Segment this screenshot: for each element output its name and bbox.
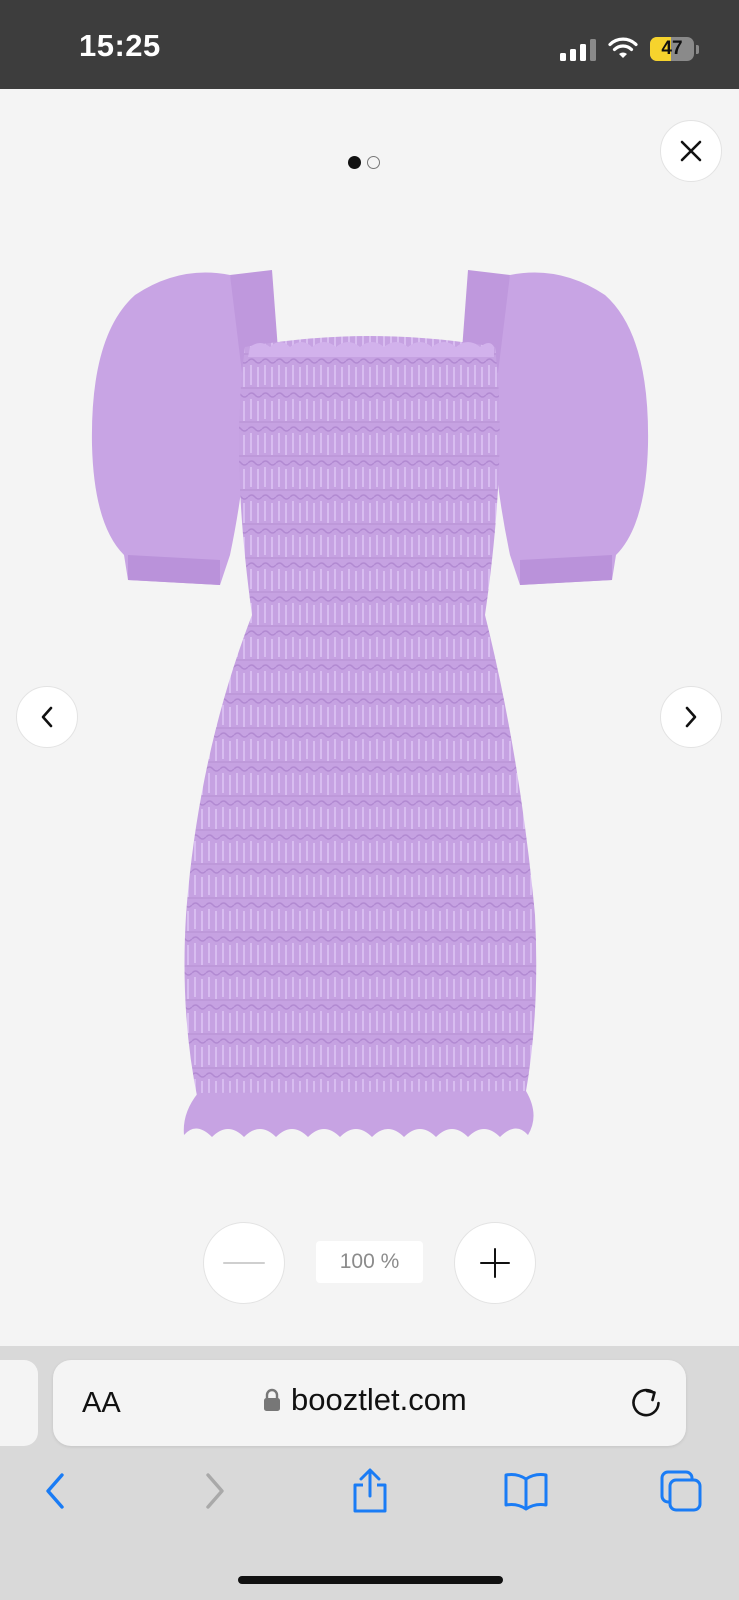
product-image[interactable] — [80, 255, 660, 1175]
status-bar: 15:25 47 — [0, 0, 739, 89]
page-dot-inactive[interactable] — [367, 156, 380, 169]
tabs-icon — [660, 1470, 702, 1512]
status-icons: 47 — [560, 34, 699, 64]
status-time: 15:25 — [79, 28, 161, 63]
wifi-icon — [608, 37, 638, 58]
minus-icon — [223, 1262, 265, 1264]
next-image-button[interactable] — [660, 686, 722, 748]
zoom-out-button[interactable] — [203, 1222, 285, 1304]
previous-tab-card[interactable] — [0, 1360, 38, 1446]
address-bar[interactable]: AA booztlet.com — [53, 1360, 686, 1446]
forward-icon — [206, 1473, 224, 1509]
page-dot-active[interactable] — [348, 156, 361, 169]
plus-icon — [480, 1248, 510, 1278]
close-button[interactable] — [660, 120, 722, 182]
browser-nav-row — [0, 1466, 739, 1526]
zoom-level: 100 % — [316, 1241, 423, 1283]
battery-tip — [696, 44, 699, 54]
reload-icon[interactable] — [627, 1384, 665, 1422]
battery-level: 47 — [661, 38, 683, 59]
battery-icon: 47 — [650, 37, 694, 61]
bookmarks-icon — [504, 1473, 548, 1511]
home-indicator — [238, 1576, 503, 1584]
share-icon — [353, 1468, 387, 1513]
text-size-button[interactable]: AA — [82, 1387, 121, 1420]
bookmarks-button[interactable] — [501, 1466, 551, 1516]
text-size-label: AA — [82, 1387, 121, 1419]
back-icon — [46, 1473, 64, 1509]
close-icon — [680, 140, 702, 162]
back-button[interactable] — [30, 1466, 80, 1516]
page-indicator[interactable] — [348, 156, 380, 169]
forward-button[interactable] — [190, 1466, 240, 1516]
chevron-right-icon — [685, 706, 697, 728]
tabs-button[interactable] — [656, 1466, 706, 1516]
chevron-left-icon — [41, 706, 53, 728]
share-button[interactable] — [345, 1466, 395, 1516]
cellular-signal-icon — [560, 37, 596, 61]
url-text: booztlet.com — [291, 1382, 467, 1417]
lock-icon — [264, 1388, 280, 1411]
zoom-in-button[interactable] — [454, 1222, 536, 1304]
previous-image-button[interactable] — [16, 686, 78, 748]
url-field[interactable]: booztlet.com — [263, 1382, 467, 1418]
